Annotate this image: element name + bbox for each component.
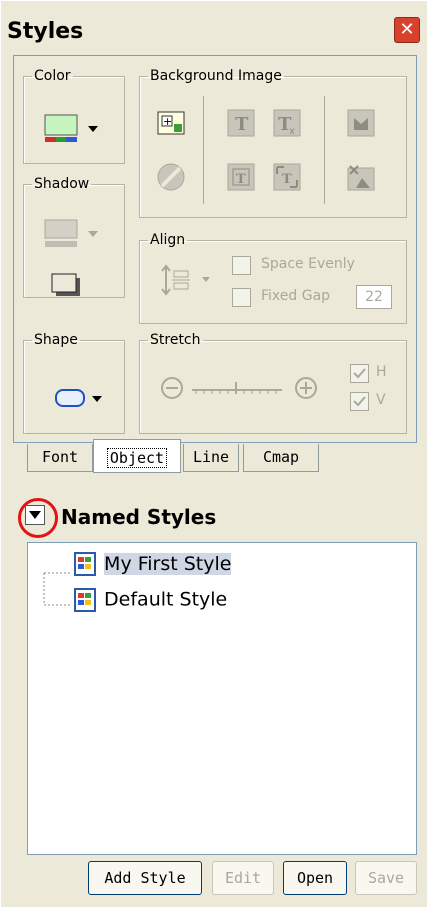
no-image-icon[interactable] — [156, 162, 186, 196]
stretch-h-label: H — [376, 364, 387, 380]
space-evenly-label: Space Evenly — [261, 256, 355, 272]
bg-separator-2 — [324, 96, 325, 204]
tree-item-my-first-style[interactable]: My First Style — [72, 551, 232, 577]
stretch-shrink-icon[interactable] — [160, 376, 184, 404]
svg-text:x: x — [289, 126, 295, 137]
tab-font[interactable]: Font — [27, 444, 93, 472]
tab-font-label: Font — [41, 448, 79, 466]
svg-text:T: T — [282, 172, 292, 187]
stretch-slider[interactable] — [190, 376, 286, 404]
stretch-v-checkbox[interactable] — [350, 392, 369, 411]
open-button[interactable]: Open — [283, 861, 347, 895]
svg-text:T: T — [235, 114, 249, 135]
insert-image-icon[interactable]: + — [156, 108, 186, 142]
named-styles-tree[interactable]: My First Style Default Style — [27, 542, 417, 855]
bg-separator-1 — [203, 96, 204, 204]
shadow-color-icon — [44, 219, 98, 247]
tab-cmap-label: Cmap — [262, 448, 300, 466]
stretch-grow-icon[interactable] — [294, 376, 318, 404]
shadow-color-picker[interactable] — [44, 219, 106, 253]
close-button[interactable]: ✕ — [394, 17, 420, 43]
tab-object[interactable]: Object — [93, 439, 181, 473]
fill-color-icon — [44, 114, 98, 142]
tab-object-label: Object — [106, 448, 168, 468]
image-fit-icon[interactable]: T — [272, 162, 302, 196]
style-document-icon — [74, 552, 96, 576]
shape-picker[interactable] — [54, 386, 114, 416]
add-style-button[interactable]: Add Style — [88, 861, 202, 895]
style-document-icon — [74, 588, 96, 612]
tree-item-label: Default Style — [104, 588, 228, 611]
image-tile-icon[interactable]: T — [226, 108, 256, 142]
image-stretch-icon[interactable] — [346, 108, 376, 142]
save-button[interactable]: Save — [355, 861, 417, 895]
tree-item-default-style[interactable]: Default Style — [72, 587, 227, 613]
space-evenly-checkbox[interactable] — [232, 256, 251, 275]
color-group-label: Color — [34, 68, 71, 84]
shadow-style-icon[interactable] — [50, 272, 84, 302]
shape-group-label: Shape — [34, 332, 78, 348]
svg-text:+: + — [163, 115, 172, 128]
tab-line[interactable]: Line — [183, 444, 239, 472]
rounded-rect-shape-icon — [55, 389, 102, 407]
edit-button[interactable]: Edit — [212, 861, 274, 895]
tab-cmap[interactable]: Cmap — [243, 444, 319, 472]
highlight-circle — [18, 498, 58, 538]
fixed-gap-input[interactable]: 22 — [356, 285, 392, 309]
fixed-gap-label: Fixed Gap — [261, 288, 331, 304]
named-styles-label: Named Styles — [61, 505, 217, 529]
fill-color-picker[interactable] — [44, 114, 106, 148]
align-menu[interactable] — [160, 263, 220, 303]
svg-text:T: T — [236, 172, 246, 187]
stretch-group-label: Stretch — [150, 332, 201, 348]
tree-item-label: My First Style — [104, 552, 232, 575]
image-center-icon[interactable]: T — [226, 162, 256, 196]
stretch-v-label: V — [376, 392, 386, 408]
object-panel: Color Shadow Shape Background Image + T … — [13, 55, 417, 443]
align-distribute-icon — [161, 264, 210, 296]
fixed-gap-checkbox[interactable] — [232, 288, 251, 307]
image-crop-icon[interactable] — [346, 162, 376, 196]
shape-group: Shape — [23, 332, 125, 434]
shadow-group-label: Shadow — [34, 176, 90, 192]
image-clear-icon[interactable]: Tx — [272, 108, 302, 142]
align-group-label: Align — [150, 232, 186, 248]
stretch-h-checkbox[interactable] — [350, 364, 369, 383]
styles-window: Styles ✕ Color Shadow Shape Background I… — [0, 0, 428, 908]
tab-line-label: Line — [192, 448, 230, 466]
window-title: Styles — [7, 19, 84, 44]
background-image-group-label: Background Image — [150, 68, 282, 84]
